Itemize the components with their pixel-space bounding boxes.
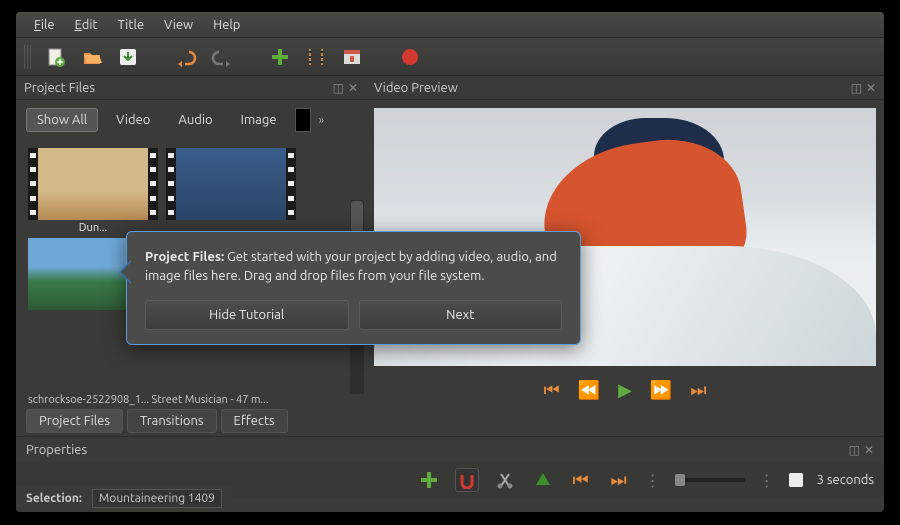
panel-close-icon[interactable]: ✕ <box>866 81 876 95</box>
film-strip-icon[interactable] <box>304 45 328 69</box>
jump-start-icon[interactable]: ⏮ <box>543 380 559 401</box>
jump-end-icon[interactable]: ⏭ <box>690 380 706 401</box>
filter-more-icon[interactable]: » <box>319 114 325 127</box>
tab-effects[interactable]: Effects <box>221 409 288 433</box>
tab-transitions[interactable]: Transitions <box>127 409 217 433</box>
toolbar-grip <box>24 45 32 69</box>
filter-show-all[interactable]: Show All <box>26 108 98 132</box>
zoom-slider[interactable] <box>675 478 745 482</box>
file-row-text: schrocksoe-2522908_1... Street Musician … <box>16 394 366 406</box>
toolbar-dots-icon: ⋮ <box>645 471 661 490</box>
video-preview-title: Video Preview <box>374 81 458 95</box>
main-toolbar <box>16 38 884 76</box>
tab-project-files[interactable]: Project Files <box>26 409 123 433</box>
properties-title: Properties <box>26 443 87 457</box>
tutorial-text: Project Files: Get started with your pro… <box>145 248 562 286</box>
menubar: File Edit Title View Help <box>16 12 884 38</box>
playback-controls: ⏮ ⏪ ▶ ⏩ ⏭ <box>366 374 884 406</box>
menu-file[interactable]: File <box>24 15 65 35</box>
menu-title[interactable]: Title <box>108 15 154 35</box>
panel-close-icon[interactable]: ✕ <box>864 443 874 457</box>
menu-edit[interactable]: Edit <box>65 15 108 35</box>
marker-icon[interactable] <box>531 468 555 492</box>
filter-image[interactable]: Image <box>231 109 287 131</box>
open-project-icon[interactable] <box>80 45 104 69</box>
record-icon[interactable] <box>398 45 422 69</box>
next-marker-icon[interactable]: ⏭ <box>607 468 631 492</box>
new-project-icon[interactable] <box>44 45 68 69</box>
tutorial-popup: Project Files: Get started with your pro… <box>126 231 581 345</box>
clip-thumbnail[interactable]: Dun... <box>28 148 158 228</box>
clip-thumbnail[interactable] <box>166 148 296 228</box>
rewind-icon[interactable]: ⏪ <box>578 380 600 401</box>
fast-forward-icon[interactable]: ⏩ <box>650 380 672 401</box>
selection-label: Selection: <box>26 492 82 505</box>
selection-row: Selection: Mountaineering 1409 <box>16 486 232 510</box>
next-tutorial-button[interactable]: Next <box>359 300 563 330</box>
snap-icon[interactable] <box>455 468 479 492</box>
menu-help[interactable]: Help <box>203 15 250 35</box>
save-project-icon[interactable] <box>116 45 140 69</box>
menu-view[interactable]: View <box>154 15 203 35</box>
toolbar-dots-icon: ⋮ <box>759 471 775 490</box>
project-files-title: Project Files <box>24 81 95 95</box>
redo-icon[interactable] <box>210 45 234 69</box>
panel-float-icon[interactable]: ◫ <box>849 443 860 457</box>
properties-header: Properties ◫ ✕ <box>16 436 884 462</box>
duration-label: 3 seconds <box>817 473 874 487</box>
app-window: File Edit Title View Help Project Files … <box>16 12 884 512</box>
panel-float-icon[interactable]: ◫ <box>851 81 862 95</box>
filter-black-box[interactable] <box>295 108 311 132</box>
bottom-tabs: Project Files Transitions Effects <box>16 406 884 436</box>
import-files-icon[interactable] <box>268 45 292 69</box>
add-track-icon[interactable] <box>417 468 441 492</box>
filter-row: Show All Video Audio Image » <box>16 100 366 140</box>
selection-value[interactable]: Mountaineering 1409 <box>92 489 222 508</box>
prev-marker-icon[interactable]: ⏮ <box>569 468 593 492</box>
duration-checkbox[interactable] <box>789 473 803 487</box>
undo-icon[interactable] <box>174 45 198 69</box>
panel-float-icon[interactable]: ◫ <box>333 81 344 95</box>
filter-audio[interactable]: Audio <box>168 109 222 131</box>
filter-video[interactable]: Video <box>106 109 160 131</box>
play-icon[interactable]: ▶ <box>618 380 632 401</box>
clapperboard-icon[interactable] <box>340 45 364 69</box>
tutorial-bold: Project Files: <box>145 250 224 264</box>
hide-tutorial-button[interactable]: Hide Tutorial <box>145 300 349 330</box>
razor-icon[interactable] <box>493 468 517 492</box>
panel-close-icon[interactable]: ✕ <box>348 81 358 95</box>
